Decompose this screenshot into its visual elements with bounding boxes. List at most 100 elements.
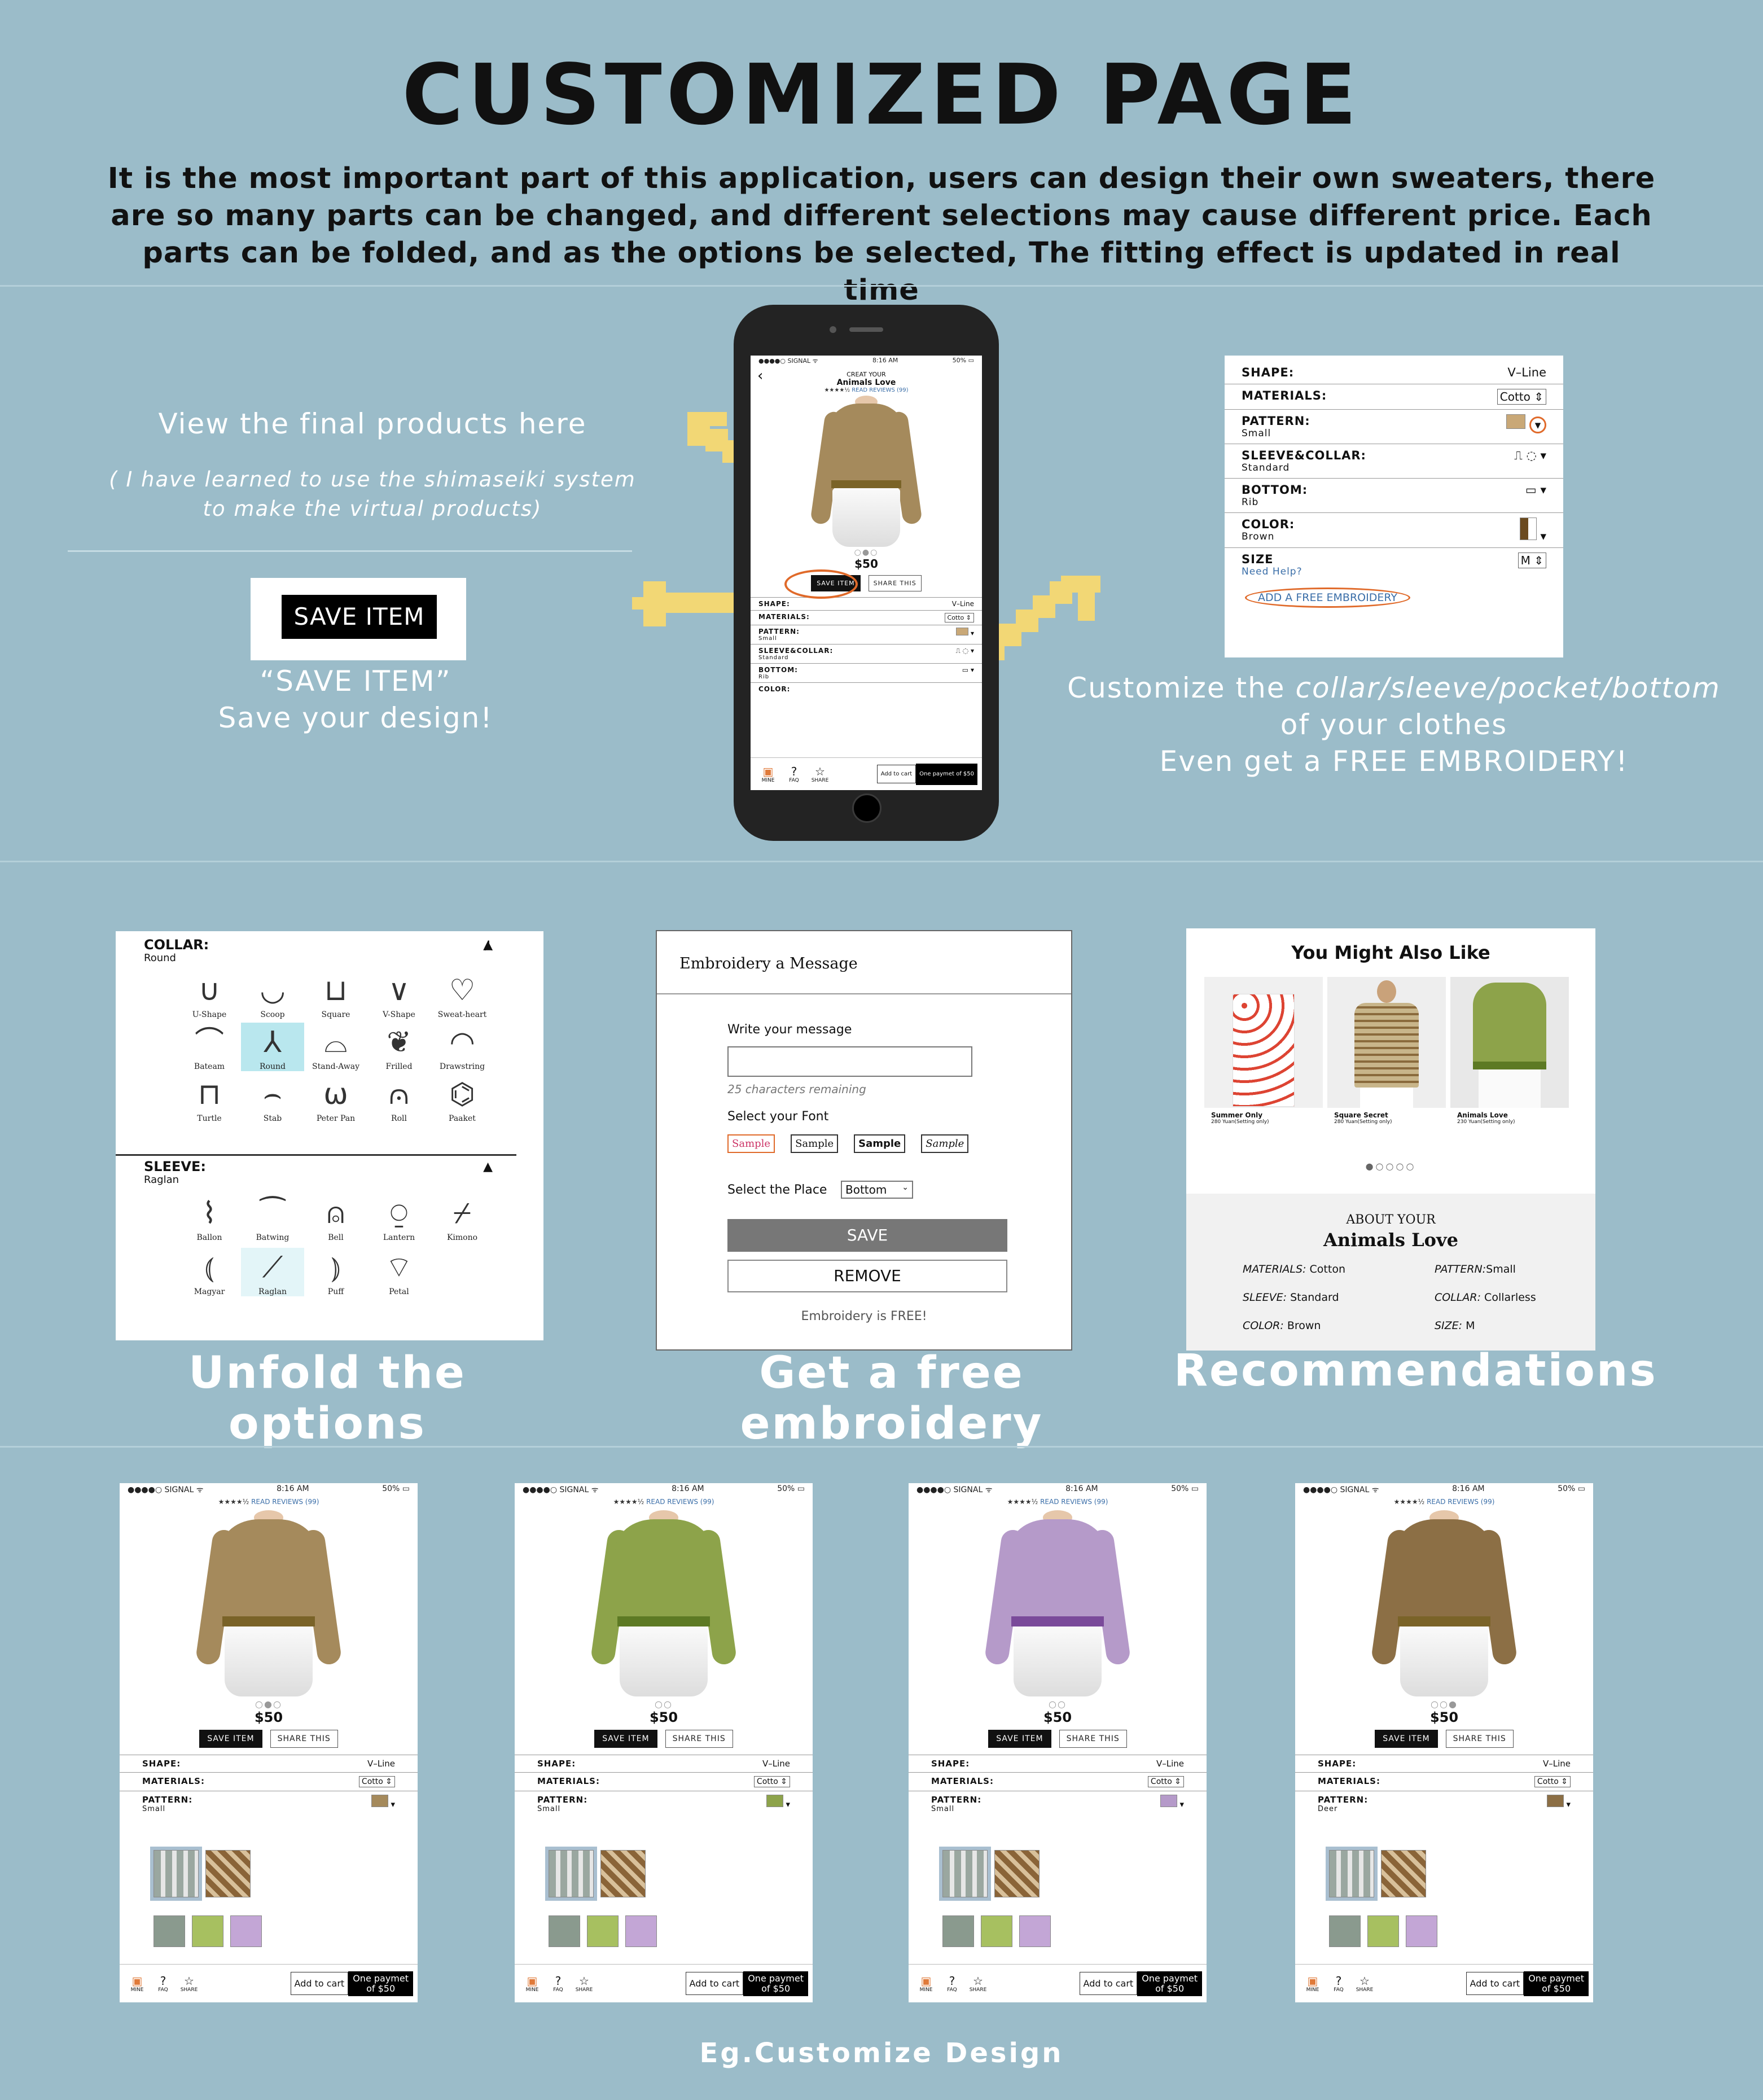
one-payment-button[interactable]: One paymet of $50: [743, 1971, 808, 1996]
collar-option[interactable]: ◡ Scoop: [241, 971, 304, 1019]
add-to-cart-button[interactable]: Add to cart: [876, 765, 916, 783]
collar-option[interactable]: ⊔ Square: [304, 971, 367, 1019]
collar-option-selected[interactable]: ⅄ Round: [241, 1023, 304, 1071]
pattern-swatch[interactable]: [1326, 1847, 1378, 1901]
share-button[interactable]: SHARE THIS: [270, 1730, 338, 1748]
pattern-swatch[interactable]: [587, 1915, 619, 1947]
tab-mine[interactable]: ▣ MINE: [913, 1975, 939, 1993]
collar-option[interactable]: ⌢ Stab: [241, 1075, 304, 1123]
pattern-swatch[interactable]: [549, 1915, 580, 1947]
sleeve-option[interactable]: ⌇ Ballon: [178, 1194, 241, 1242]
carousel-dots[interactable]: ●○○○○: [1186, 1161, 1595, 1172]
materials-select[interactable]: Cotto ⇕: [944, 613, 974, 622]
collar-option[interactable]: ⌓ Stand-Away: [304, 1023, 367, 1071]
collar-option[interactable]: ∪ U-Shape: [178, 971, 241, 1019]
collar-option[interactable]: ◠ Drawstring: [431, 1023, 494, 1071]
pattern-swatch[interactable]: [1546, 1795, 1564, 1807]
tab-faq[interactable]: ? FAQ: [150, 1975, 176, 1993]
back-chevron-icon[interactable]: ‹: [757, 368, 763, 384]
option-row[interactable]: MATERIALS: Cotto ⇕: [751, 610, 982, 625]
read-reviews-link[interactable]: READ REVIEWS (99): [1040, 1498, 1108, 1506]
tab-mine[interactable]: ▣ MINE: [755, 765, 781, 783]
pattern-swatch[interactable]: [545, 1847, 597, 1901]
collar-option[interactable]: ∨ V-Shape: [367, 971, 431, 1019]
recommendation-item[interactable]: Square Secret 280 Yuan(Setting only): [1327, 977, 1446, 1125]
materials-select[interactable]: Cotto ⇕: [1497, 389, 1546, 405]
carousel-dots[interactable]: ○●○: [120, 1699, 418, 1709]
sleeve-option-selected[interactable]: ⟋ Raglan: [241, 1248, 304, 1296]
add-to-cart-button[interactable]: Add to cart: [1079, 1972, 1138, 1995]
read-reviews-link[interactable]: READ REVIEWS (99): [852, 387, 908, 393]
pattern-swatch[interactable]: [1367, 1915, 1399, 1947]
font-option[interactable]: Sample: [921, 1134, 969, 1153]
collar-header[interactable]: COLLAR: Round: [144, 938, 209, 965]
chevron-down-icon[interactable]: ▾: [1540, 449, 1546, 462]
sleeve-option[interactable]: ⍜ Lantern: [367, 1194, 431, 1242]
chevron-up-icon[interactable]: ▲: [483, 1160, 493, 1174]
pattern-swatch[interactable]: [981, 1915, 1012, 1947]
tab-mine[interactable]: ▣ MINE: [1300, 1975, 1326, 1993]
pattern-swatch[interactable]: [150, 1847, 202, 1901]
option-row[interactable]: BOTTOM: Rib ▭ ▾: [751, 663, 982, 682]
option-row[interactable]: MATERIALS: Cotto ⇕: [1295, 1772, 1593, 1791]
materials-select[interactable]: Cotto ⇕: [1534, 1776, 1571, 1787]
sleeve-option[interactable]: ⁀ Batwing: [241, 1194, 304, 1242]
font-option[interactable]: Sample: [727, 1134, 775, 1153]
chevron-down-icon[interactable]: ▾: [971, 629, 974, 637]
pattern-swatch[interactable]: [994, 1850, 1040, 1897]
tab-share[interactable]: ☆ SHARE: [807, 765, 833, 783]
add-to-cart-button[interactable]: Add to cart: [290, 1972, 349, 1995]
one-payment-button[interactable]: One paymet of $50: [1137, 1971, 1202, 1996]
collar-option[interactable]: ♡ Sweat-heart: [431, 971, 494, 1019]
option-row[interactable]: SHAPE: V–Line: [1225, 361, 1563, 384]
chevron-down-icon[interactable]: ▾: [1179, 1799, 1184, 1809]
option-row[interactable]: BOTTOM: Rib ▭ ▾: [1225, 478, 1563, 512]
option-row[interactable]: SHAPE: V–Line: [751, 597, 982, 610]
collar-option[interactable]: ⩀ Roll: [367, 1075, 431, 1123]
pattern-swatch[interactable]: [154, 1915, 185, 1947]
share-button[interactable]: SHARE THIS: [1445, 1730, 1514, 1748]
materials-select[interactable]: Cotto ⇕: [1147, 1776, 1184, 1787]
option-row[interactable]: COLOR: Brown ▾: [1225, 512, 1563, 547]
font-option[interactable]: Sample: [791, 1134, 839, 1153]
read-reviews-link[interactable]: READ REVIEWS (99): [1427, 1498, 1494, 1506]
option-row[interactable]: SHAPE: V–Line: [1295, 1755, 1593, 1772]
carousel-dots[interactable]: ○●○: [751, 548, 982, 557]
message-input[interactable]: [727, 1046, 972, 1077]
tab-faq[interactable]: ? FAQ: [939, 1975, 965, 1993]
materials-select[interactable]: Cotto ⇕: [753, 1776, 790, 1787]
pattern-swatch[interactable]: [1506, 414, 1526, 429]
need-help-link[interactable]: Need Help?: [1242, 566, 1302, 577]
tab-mine[interactable]: ▣ MINE: [124, 1975, 150, 1993]
pattern-swatch[interactable]: [625, 1915, 657, 1947]
pattern-swatch[interactable]: [942, 1915, 974, 1947]
chevron-down-icon[interactable]: ▾: [1566, 1799, 1571, 1809]
pattern-swatch[interactable]: [600, 1850, 646, 1897]
save-item-demo-button[interactable]: SAVE ITEM: [282, 595, 437, 639]
option-row[interactable]: SLEEVE&COLLAR: Standard ⎍ ◌ ▾: [751, 644, 982, 663]
save-item-button[interactable]: SAVE ITEM: [988, 1730, 1051, 1748]
option-row[interactable]: SIZE Need Help? M ⇕: [1225, 547, 1563, 582]
option-row[interactable]: SLEEVE&COLLAR: Standard ⎍ ◌ ▾: [1225, 444, 1563, 478]
font-option[interactable]: Sample: [854, 1134, 906, 1153]
option-row[interactable]: SHAPE: V–Line: [515, 1755, 813, 1772]
tab-share[interactable]: ☆ SHARE: [176, 1975, 202, 1993]
place-select[interactable]: Bottom ⌄: [841, 1181, 913, 1199]
share-button[interactable]: SHARE THIS: [868, 575, 922, 591]
collar-option[interactable]: ⌬ Paaket: [431, 1075, 494, 1123]
sleeve-option[interactable]: ⍝ Bell: [304, 1194, 367, 1242]
sleeve-option[interactable]: ⌔ Petal: [367, 1248, 431, 1296]
pattern-swatch[interactable]: [371, 1795, 388, 1807]
collar-option[interactable]: ⌒ Bateam: [178, 1023, 241, 1071]
add-to-cart-button[interactable]: Add to cart: [685, 1972, 744, 1995]
collar-option[interactable]: ⊓ Turtle: [178, 1075, 241, 1123]
carousel-dots[interactable]: ○○●: [1295, 1699, 1593, 1709]
chevron-down-icon[interactable]: ▾: [1540, 529, 1546, 543]
carousel-dots[interactable]: ○○: [909, 1699, 1207, 1709]
chevron-down-icon[interactable]: ▾: [786, 1799, 790, 1809]
tab-faq[interactable]: ? FAQ: [1326, 1975, 1352, 1993]
pattern-swatch[interactable]: [230, 1915, 262, 1947]
tab-share[interactable]: ☆ SHARE: [965, 1975, 991, 1993]
option-row[interactable]: MATERIALS: Cotto ⇕: [515, 1772, 813, 1791]
materials-select[interactable]: Cotto ⇕: [358, 1776, 395, 1787]
